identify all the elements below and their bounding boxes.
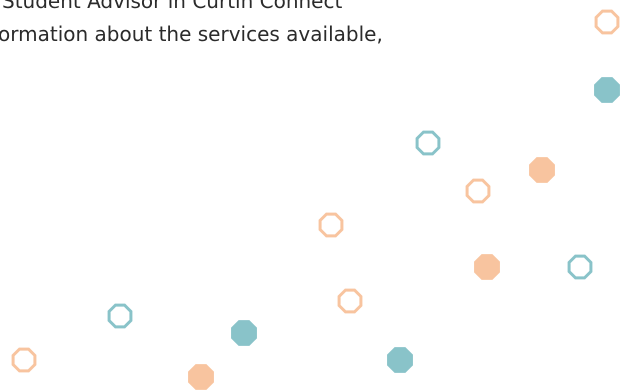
teal-outline-octagon-icon — [415, 130, 441, 156]
peach-outline-octagon-icon — [318, 212, 344, 238]
teal-filled-octagon-icon — [594, 77, 620, 103]
peach-outline-octagon-icon — [11, 347, 37, 373]
peach-filled-octagon-icon — [188, 364, 214, 390]
peach-outline-octagon-icon — [465, 178, 491, 204]
page-canvas: Student Advisor in Curtin Connect ormati… — [0, 0, 629, 390]
teal-outline-octagon-icon — [567, 254, 593, 280]
decorative-octagon-pattern — [11, 9, 620, 390]
peach-filled-octagon-icon — [474, 254, 500, 280]
teal-filled-octagon-icon — [387, 347, 413, 373]
teal-outline-octagon-icon — [107, 303, 133, 329]
peach-filled-octagon-icon — [529, 157, 555, 183]
peach-outline-octagon-icon — [594, 9, 620, 35]
teal-filled-octagon-icon — [231, 320, 257, 346]
peach-outline-octagon-icon — [337, 288, 363, 314]
